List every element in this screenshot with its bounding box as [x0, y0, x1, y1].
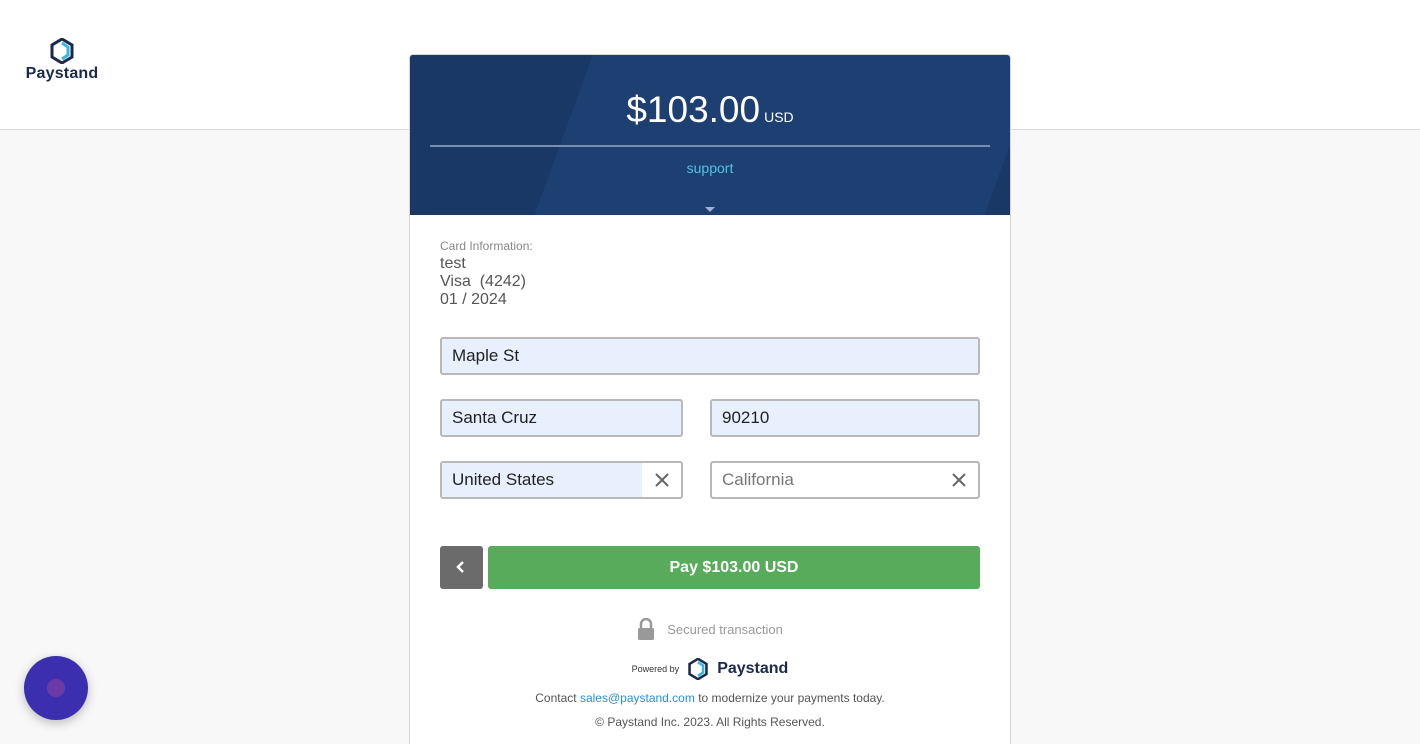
paystand-logo-icon: [688, 658, 708, 680]
powered-brand: Paystand: [717, 660, 789, 677]
city-value: Santa Cruz: [452, 408, 538, 427]
card-info-title: Card Information:: [440, 239, 533, 253]
secured-transaction: Secured transaction: [410, 618, 1010, 640]
cardholder-name: test: [440, 255, 466, 272]
close-icon[interactable]: [653, 471, 671, 489]
logo-text: Paystand: [25, 65, 99, 82]
pay-button[interactable]: Pay $103.00 USD: [488, 546, 980, 589]
lock-icon: [638, 618, 655, 640]
card-expiry: 01 / 2024: [440, 291, 507, 308]
contact-suffix: to modernize your payments today.: [698, 691, 885, 705]
powered-by: Powered by Paystand: [410, 658, 1010, 680]
paystand-logo-icon: [50, 38, 74, 64]
chat-icon: [47, 679, 65, 697]
city-field[interactable]: Santa Cruz: [440, 399, 683, 437]
country-value: United States: [452, 470, 555, 489]
support-link[interactable]: support: [410, 160, 1010, 176]
state-select[interactable]: California: [710, 461, 980, 499]
paystand-logo[interactable]: Paystand: [24, 38, 100, 88]
close-icon[interactable]: [950, 471, 968, 489]
header-divider: [430, 145, 990, 147]
amount-value: $103.00: [626, 89, 761, 130]
zip-field[interactable]: 90210: [710, 399, 980, 437]
contact-prefix: Contact: [535, 691, 577, 705]
copyright: © Paystand Inc. 2023. All Rights Reserve…: [595, 715, 825, 729]
chevron-left-icon: [456, 561, 464, 573]
back-button[interactable]: [440, 546, 483, 589]
contact-line: Contact sales@paystand.com to modernize …: [410, 691, 1010, 705]
card-brand-last4: Visa (4242): [440, 273, 526, 290]
card-information: Card Information: test Visa (4242) 01 / …: [440, 239, 533, 309]
street-field[interactable]: Maple St: [440, 337, 980, 375]
payment-card: $103.00 USD support Card Information: tes…: [409, 54, 1011, 744]
amount-currency: USD: [764, 109, 794, 125]
secured-text: Secured transaction: [667, 621, 783, 637]
powered-by-label: Powered by: [631, 664, 680, 674]
details-toggle[interactable]: [697, 195, 723, 215]
country-select[interactable]: United States: [440, 461, 683, 499]
amount-display: $103.00 USD: [410, 89, 1010, 131]
zip-value: 90210: [722, 408, 770, 427]
chat-launcher[interactable]: [24, 656, 88, 720]
chevron-down-icon: [705, 207, 715, 212]
state-placeholder: California: [722, 470, 794, 489]
payment-header: $103.00 USD support: [410, 55, 1010, 215]
contact-email-link[interactable]: sales@paystand.com: [580, 691, 695, 705]
street-value: Maple St: [452, 346, 520, 365]
